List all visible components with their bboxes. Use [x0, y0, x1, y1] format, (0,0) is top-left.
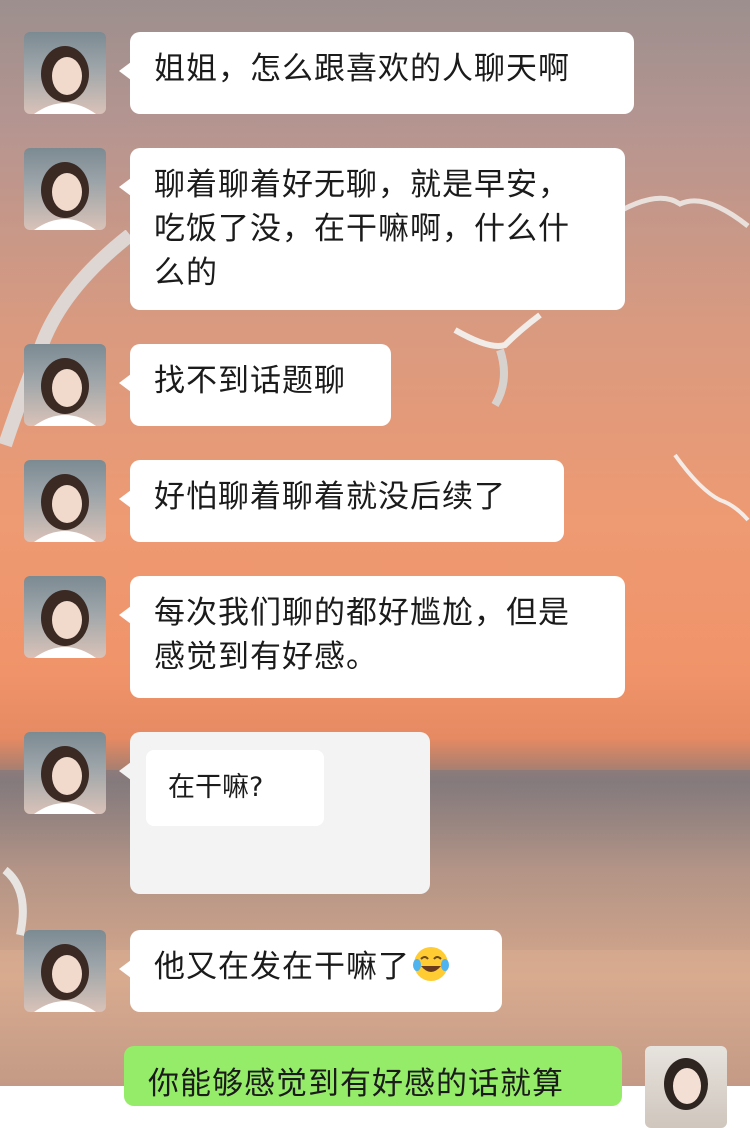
avatar[interactable] [24, 32, 106, 114]
message-text: 聊着聊着好无聊，就是早安，吃饭了没，在干嘛啊，什么什么的 [154, 167, 570, 291]
avatar[interactable] [24, 930, 106, 1012]
message-text: 每次我们聊的都好尴尬，但是感觉到有好感。 [154, 595, 570, 675]
portrait-icon [664, 1058, 708, 1110]
seagull-decoration [673, 453, 750, 522]
message-text: 找不到话题聊 [154, 363, 346, 399]
message-bubble[interactable]: 他又在发在干嘛了 [119, 930, 502, 1012]
avatar[interactable] [24, 148, 106, 230]
message-bubble[interactable]: 聊着聊着好无聊，就是早安，吃饭了没，在干嘛啊，什么什么的 [119, 148, 625, 310]
message-bubble[interactable]: 姐姐，怎么跟喜欢的人聊天啊 [119, 32, 634, 114]
avatar[interactable] [24, 344, 106, 426]
seagull-decoration [453, 312, 542, 408]
tears-of-joy-emoji-icon [413, 947, 449, 981]
seagull-decoration [620, 195, 750, 228]
message-text: 他又在发在干嘛了 [154, 949, 410, 985]
portrait-icon [34, 746, 96, 814]
avatar[interactable] [24, 732, 106, 814]
avatar[interactable] [24, 460, 106, 542]
message-text: 好怕聊着聊着就没后续了 [154, 479, 506, 515]
sent-message-bubble[interactable]: 你能够感觉到有好感的话就算 [124, 1046, 622, 1106]
quoted-message-text: 在干嘛? [168, 772, 264, 803]
message-bubble[interactable]: 找不到话题聊 [119, 344, 391, 426]
message-bubble[interactable]: 好怕聊着聊着就没后续了 [119, 460, 564, 542]
seagull-decoration [2, 866, 27, 936]
portrait-icon [34, 590, 96, 658]
message-text: 姐姐，怎么跟喜欢的人聊天啊 [154, 51, 570, 87]
self-avatar[interactable] [645, 1046, 727, 1128]
quoted-message-bubble: 在干嘛? [146, 750, 324, 826]
portrait-icon [34, 46, 96, 114]
portrait-icon [34, 944, 96, 1012]
message-bubble[interactable]: 每次我们聊的都好尴尬，但是感觉到有好感。 [119, 576, 625, 698]
portrait-icon [34, 358, 96, 426]
image-message[interactable]: 在干嘛? [119, 732, 430, 894]
avatar[interactable] [24, 576, 106, 658]
portrait-icon [34, 162, 96, 230]
portrait-icon [34, 474, 96, 542]
message-text: 你能够感觉到有好感的话就算 [148, 1066, 564, 1102]
